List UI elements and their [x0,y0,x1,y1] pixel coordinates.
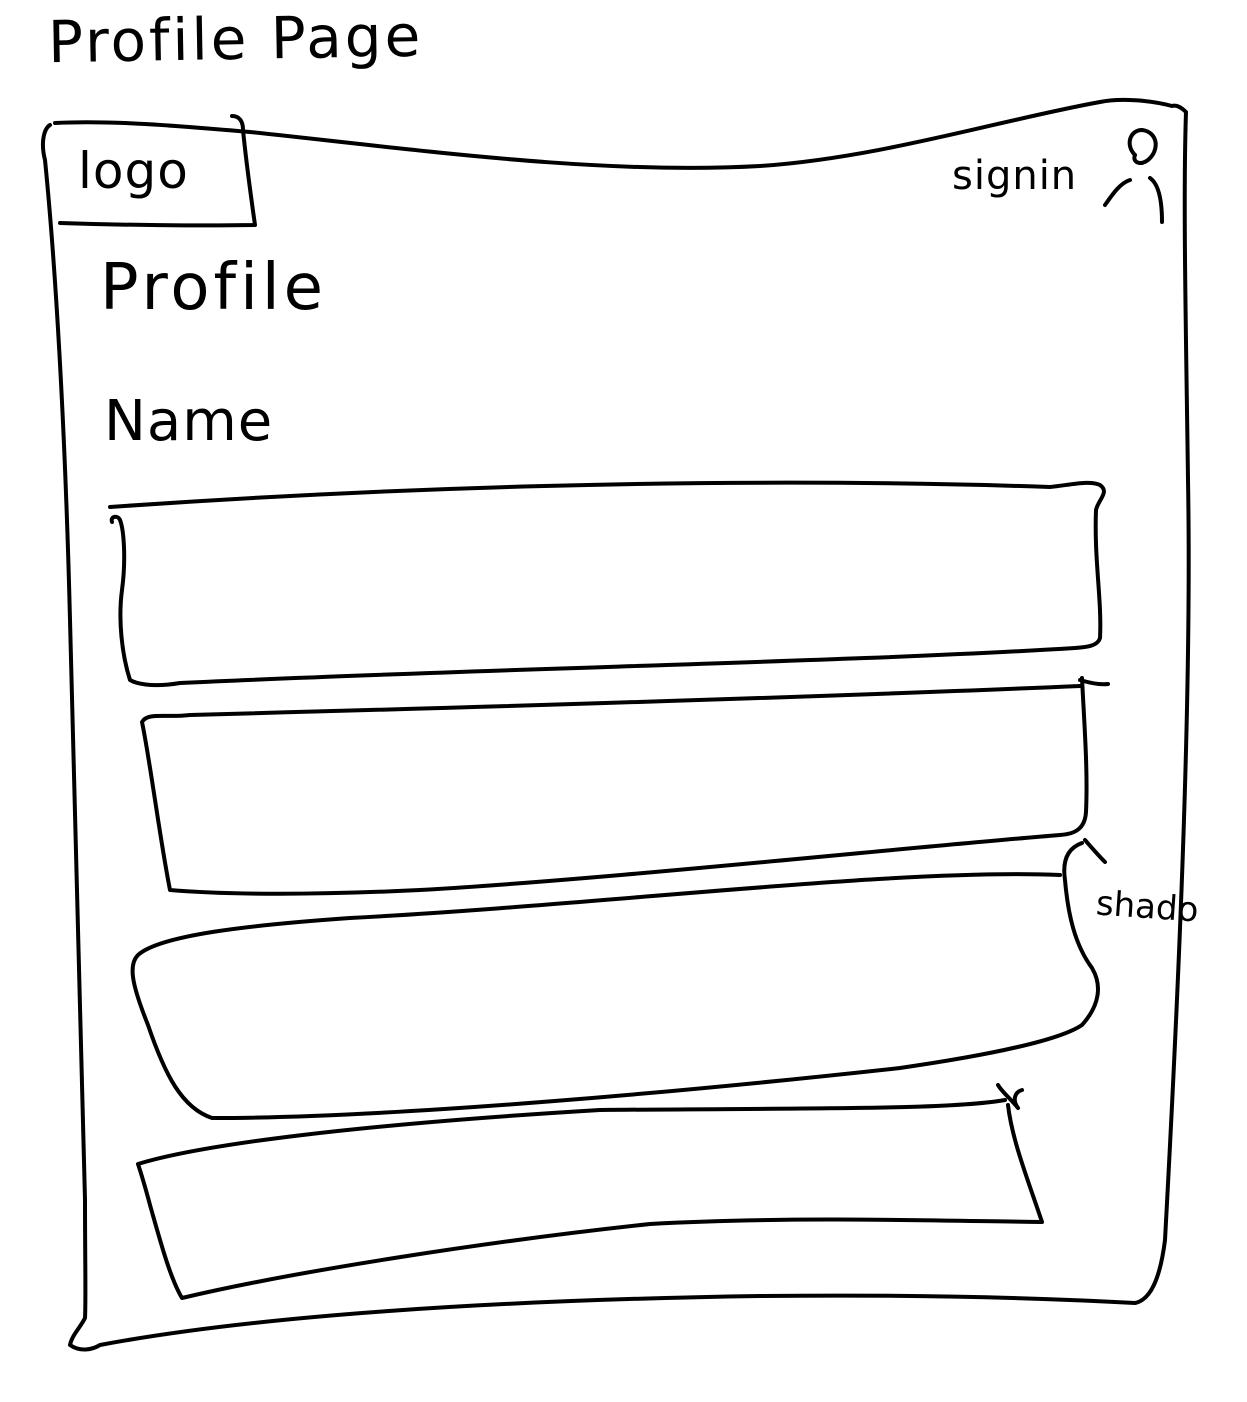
logo[interactable]: logo [78,146,189,196]
shadow-annotation: shado [1094,883,1200,931]
text-field-3[interactable] [160,930,1080,1090]
page-title: Profile Page [47,1,424,77]
name-input[interactable] [130,510,1090,660]
user-icon-body [1103,176,1164,224]
text-field-4[interactable] [175,1130,1015,1270]
user-icon [1127,128,1158,165]
signin-link[interactable]: signin [952,156,1077,196]
section-title: Profile [100,251,327,325]
name-label: Name [104,389,274,454]
text-field-2[interactable] [155,712,1075,872]
